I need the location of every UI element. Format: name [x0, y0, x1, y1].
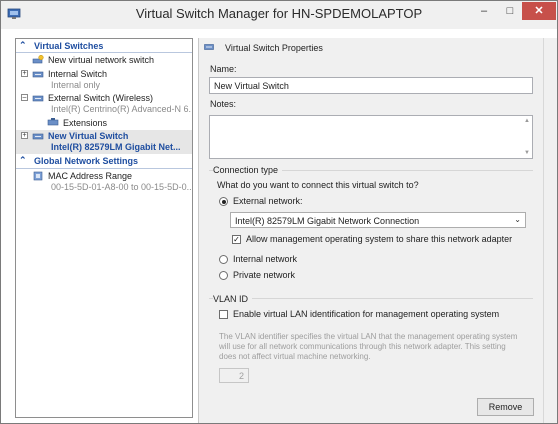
- scroll-up-icon[interactable]: ▲: [524, 118, 530, 124]
- tree-item-label: Extensions: [63, 118, 108, 128]
- external-network-radio[interactable]: [219, 197, 228, 206]
- connection-type-title: Connection type: [213, 165, 283, 175]
- tree-item-label: MAC Address Range: [48, 171, 133, 181]
- vlan-id-input[interactable]: 2: [219, 368, 249, 383]
- virtual-switch-manager-window: Virtual Switch Manager for HN-SPDEMOLAPT…: [0, 0, 558, 424]
- tree-item-label: External Switch (Wireless): [48, 93, 154, 103]
- tree-item-mac-range[interactable]: MAC Address Range 00-15-5D-01-A8-00 to 0…: [16, 170, 192, 192]
- minimize-button[interactable]: –: [471, 2, 497, 20]
- switch-icon: [32, 71, 44, 78]
- allow-management-checkbox[interactable]: ✓: [232, 235, 241, 244]
- connection-question: What do you want to connect this virtual…: [217, 180, 419, 190]
- tree-item-internal-switch[interactable]: + Internal Switch Internal only: [16, 68, 192, 90]
- expand-icon[interactable]: +: [21, 70, 28, 77]
- expand-icon[interactable]: +: [21, 132, 28, 139]
- chevron-down-icon: ⌄: [514, 215, 521, 224]
- tree-item-extensions[interactable]: Extensions: [16, 117, 192, 129]
- title-bar: Virtual Switch Manager for HN-SPDEMOLAPT…: [1, 1, 557, 29]
- private-network-label: Private network: [233, 270, 296, 280]
- properties-pane: Virtual Switch Properties Name: New Virt…: [198, 38, 543, 423]
- tree-item-detail: Intel(R) Centrino(R) Advanced-N 6...: [51, 104, 191, 114]
- remove-button[interactable]: Remove: [477, 398, 534, 416]
- tree-item-detail: 00-15-5D-01-A8-00 to 00-15-5D-0...: [51, 182, 191, 192]
- internal-network-label: Internal network: [233, 254, 298, 264]
- tree-item-label: Internal Switch: [48, 69, 108, 79]
- properties-title: Virtual Switch Properties: [225, 43, 323, 53]
- mac-address-icon: [33, 171, 43, 181]
- notes-label: Notes:: [210, 99, 237, 109]
- switch-icon: [204, 44, 214, 50]
- new-switch-icon: [32, 55, 44, 64]
- collapse-icon: ⌃: [19, 40, 27, 50]
- tree-item-external-wireless[interactable]: – External Switch (Wireless) Intel(R) Ce…: [16, 92, 192, 114]
- tree-item-new-virtual-switch[interactable]: + New Virtual Switch Intel(R) 82579LM Gi…: [16, 130, 192, 154]
- internal-network-radio[interactable]: [219, 255, 228, 264]
- vlan-title: VLAN ID: [213, 294, 253, 304]
- name-input[interactable]: New Virtual Switch: [209, 77, 533, 94]
- switch-icon: [32, 95, 44, 102]
- adapter-selected-value: Intel(R) 82579LM Gigabit Network Connect…: [235, 216, 420, 226]
- section-label: Global Network Settings: [34, 156, 139, 166]
- notes-scrollbar[interactable]: ▲ ▼: [522, 116, 532, 158]
- maximize-button[interactable]: □: [497, 2, 523, 20]
- vlan-help-text: The VLAN identifier specifies the virtua…: [219, 332, 518, 361]
- switch-icon: [32, 133, 44, 140]
- allow-management-label: Allow management operating system to sha…: [246, 234, 513, 244]
- navigation-tree: ⌃ Virtual Switches New virtual network s…: [15, 38, 193, 418]
- notes-input[interactable]: ▲ ▼: [209, 115, 533, 159]
- scroll-down-icon[interactable]: ▼: [524, 150, 530, 156]
- private-network-radio[interactable]: [219, 271, 228, 280]
- properties-scrollbar[interactable]: [543, 38, 557, 423]
- section-divider: [16, 168, 192, 169]
- extensions-icon: [47, 118, 59, 126]
- tree-item-detail: Intel(R) 82579LM Gigabit Net...: [51, 142, 181, 152]
- tree-item-detail: Internal only: [51, 80, 101, 90]
- tree-item-label: New virtual network switch: [48, 55, 155, 65]
- tree-item-label: New Virtual Switch: [48, 131, 129, 141]
- close-button[interactable]: ✕: [522, 2, 556, 20]
- collapse-icon: ⌃: [19, 155, 27, 165]
- vlan-group: [209, 298, 533, 299]
- global-settings-section[interactable]: ⌃ Global Network Settings: [16, 155, 192, 168]
- section-divider: [16, 52, 192, 53]
- name-label: Name:: [210, 64, 237, 74]
- collapse-node-icon[interactable]: –: [21, 94, 28, 101]
- tree-item-new-switch[interactable]: New virtual network switch: [16, 54, 192, 66]
- vlan-enable-label: Enable virtual LAN identification for ma…: [233, 309, 500, 319]
- adapter-dropdown[interactable]: Intel(R) 82579LM Gigabit Network Connect…: [230, 212, 526, 228]
- vlan-enable-checkbox[interactable]: [219, 310, 228, 319]
- external-network-label: External network:: [233, 196, 303, 206]
- section-label: Virtual Switches: [34, 41, 104, 51]
